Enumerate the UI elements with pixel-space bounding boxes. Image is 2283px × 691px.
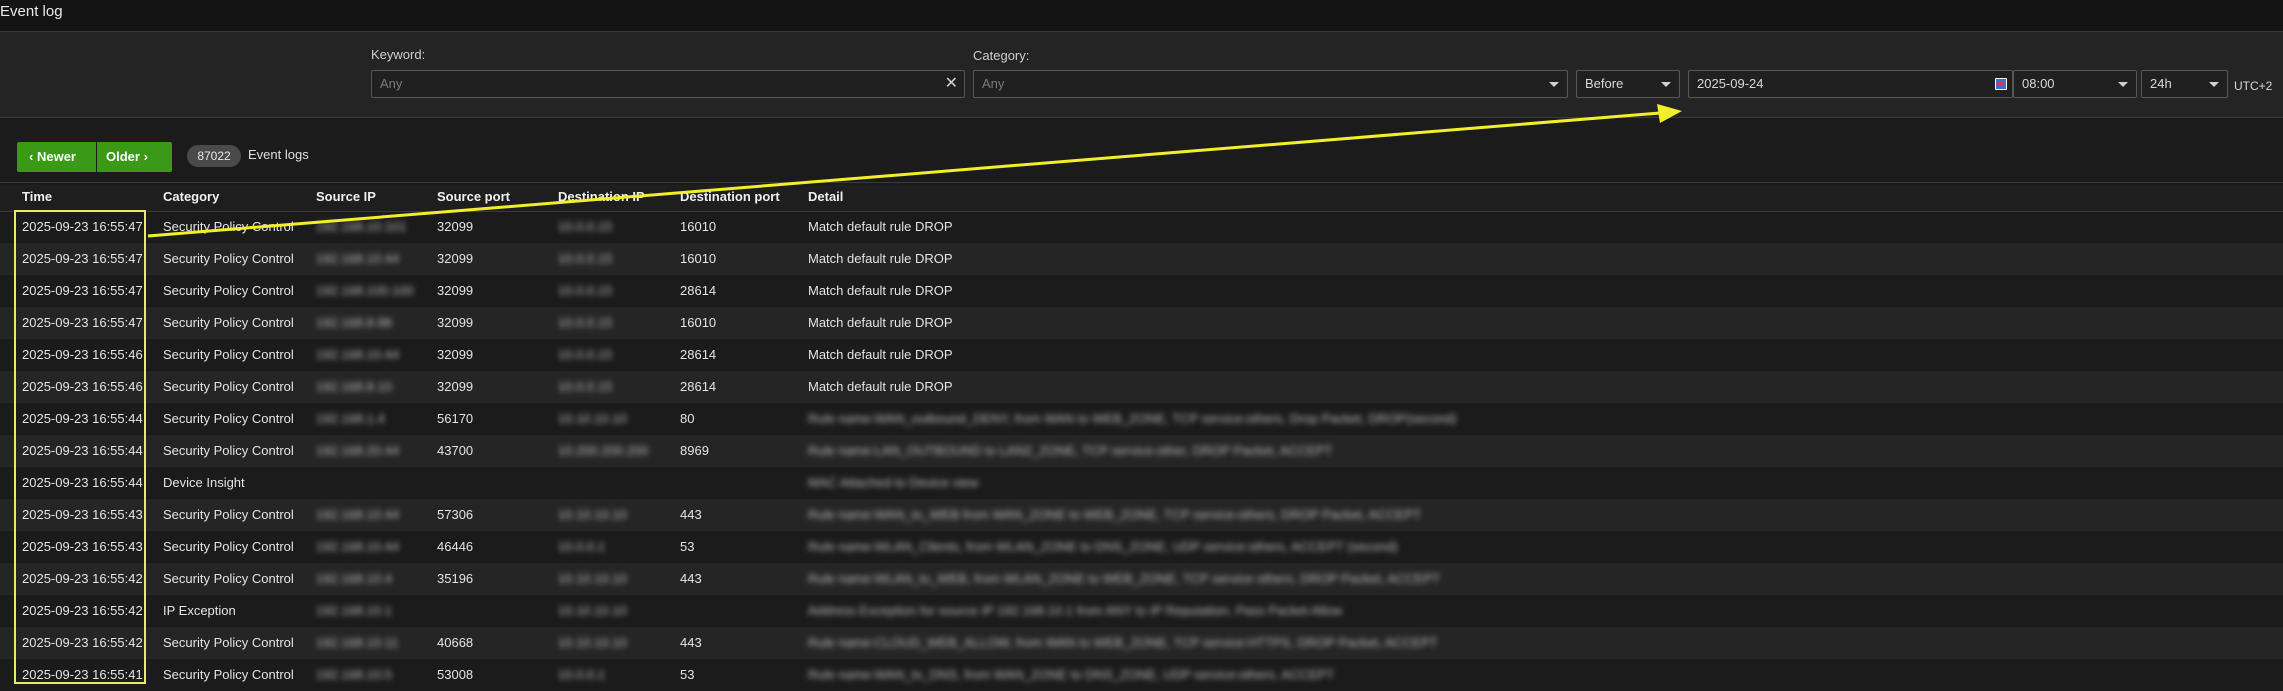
annotation-arrow bbox=[147, 104, 1682, 238]
